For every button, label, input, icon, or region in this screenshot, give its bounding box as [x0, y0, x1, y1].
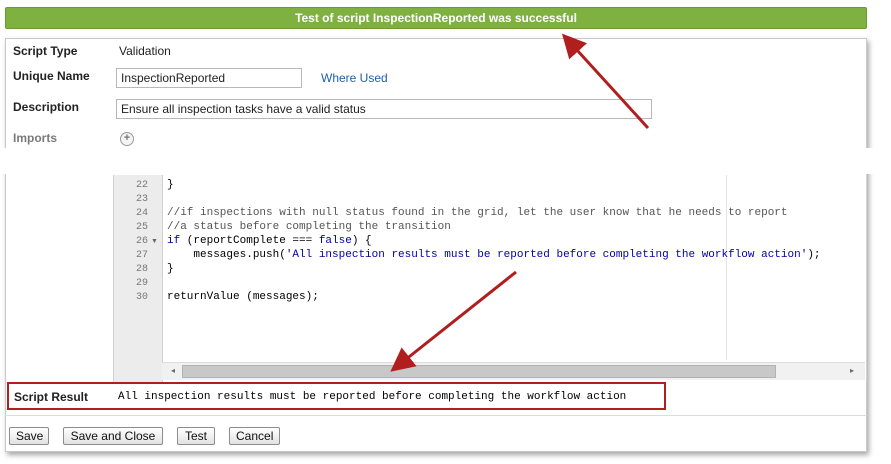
annotation-arrow-banner: [561, 33, 650, 130]
annotation-arrows: [390, 33, 650, 372]
annotation-arrow-result: [390, 270, 517, 372]
